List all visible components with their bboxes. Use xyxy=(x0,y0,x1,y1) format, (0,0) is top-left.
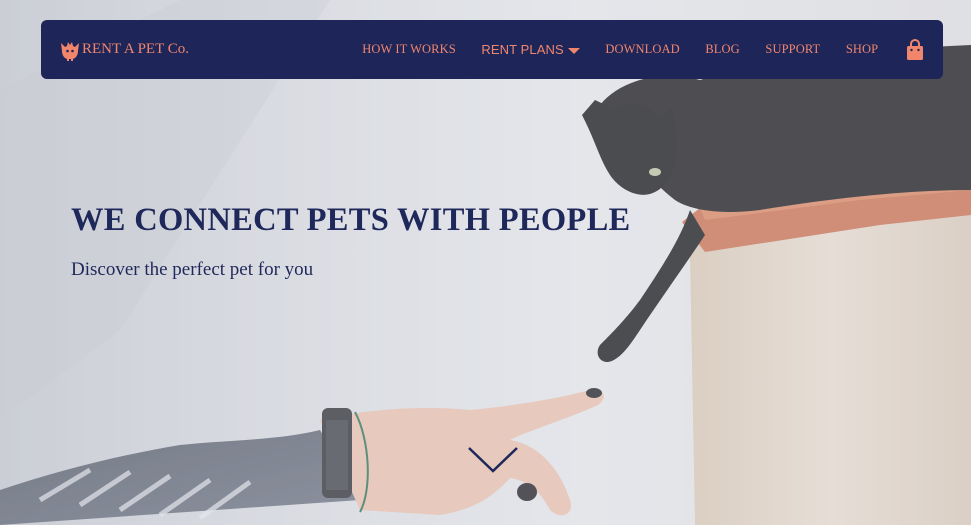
nav-menu: HOW IT WORKS RENT PLANS DOWNLOAD BLOG SU… xyxy=(349,20,925,79)
brand-name: RENT A PET Co. xyxy=(82,41,189,57)
nav-link-rent-plans[interactable]: RENT PLANS xyxy=(469,42,593,57)
chevron-down-icon[interactable] xyxy=(467,444,519,474)
hero-title: WE CONNECT PETS WITH PEOPLE xyxy=(71,202,631,238)
nav-link-shop[interactable]: SHOP xyxy=(833,42,891,57)
nav-link-blog[interactable]: BLOG xyxy=(693,42,753,57)
nav-link-support[interactable]: SUPPORT xyxy=(753,42,833,57)
shopping-bag-icon[interactable] xyxy=(905,38,925,61)
nav-link-how-it-works[interactable]: HOW IT WORKS xyxy=(349,42,468,57)
caret-down-icon xyxy=(567,47,580,54)
nav-link-rent-plans-label: RENT PLANS xyxy=(481,42,564,57)
cat-face-icon xyxy=(59,39,81,61)
brand-logo-link[interactable]: RENT A PET Co. xyxy=(59,39,189,61)
navbar: RENT A PET Co. HOW IT WORKS RENT PLANS D… xyxy=(41,20,943,79)
nav-link-download[interactable]: DOWNLOAD xyxy=(593,42,693,57)
hero-subtitle: Discover the perfect pet for you xyxy=(71,259,314,280)
